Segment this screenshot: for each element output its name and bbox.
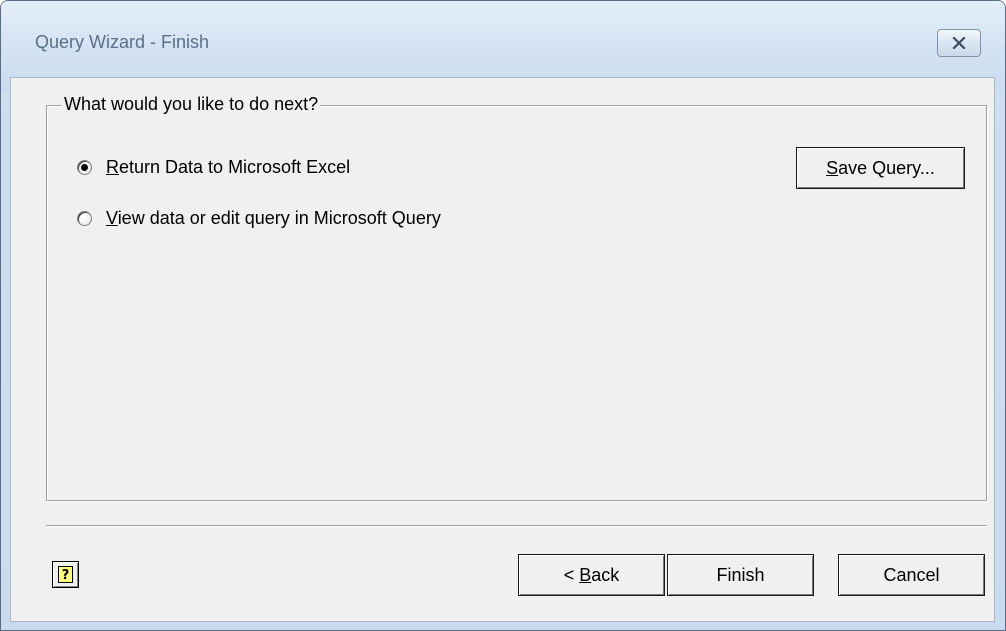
option-return-accel: R: [106, 157, 119, 177]
option-return-label: Return Data to Microsoft Excel: [106, 157, 350, 178]
window-title: Query Wizard - Finish: [35, 32, 210, 52]
dialog-client-area: What would you like to do next? Return D…: [10, 77, 995, 622]
finish-label: Finish: [716, 564, 765, 585]
option-return-to-excel[interactable]: Return Data to Microsoft Excel: [77, 157, 350, 178]
back-accel: B: [579, 564, 592, 585]
footer-separator: [46, 525, 987, 527]
back-button[interactable]: < Back: [518, 554, 665, 596]
cancel-button[interactable]: Cancel: [838, 554, 985, 596]
save-query-label: Save Query...: [826, 158, 935, 179]
radio-return-to-excel[interactable]: [77, 160, 92, 175]
option-return-label-rest: eturn Data to Microsoft Excel: [119, 157, 351, 177]
query-wizard-window: Query Wizard - Finish What would you lik…: [0, 0, 1006, 631]
close-icon: [952, 37, 966, 49]
help-button[interactable]: ?: [52, 561, 79, 588]
cancel-label: Cancel: [883, 564, 940, 585]
save-query-accel: S: [826, 157, 839, 178]
close-button[interactable]: [937, 29, 981, 57]
groupbox-legend: What would you like to do next?: [62, 94, 321, 115]
help-icon: ?: [58, 566, 73, 583]
finish-button[interactable]: Finish: [667, 554, 814, 596]
radio-view-in-query[interactable]: [77, 211, 92, 226]
save-query-label-rest: ave Query...: [838, 157, 935, 178]
save-query-button[interactable]: Save Query...: [796, 147, 965, 189]
option-view-accel: V: [106, 208, 118, 228]
option-view-label: View data or edit query in Microsoft Que…: [106, 208, 441, 229]
back-label-rest: ack: [591, 564, 620, 585]
back-label-prefix: <: [563, 564, 580, 585]
option-view-in-query[interactable]: View data or edit query in Microsoft Que…: [77, 208, 441, 229]
back-label: < Back: [564, 565, 620, 586]
option-view-label-rest: iew data or edit query in Microsoft Quer…: [117, 208, 441, 228]
